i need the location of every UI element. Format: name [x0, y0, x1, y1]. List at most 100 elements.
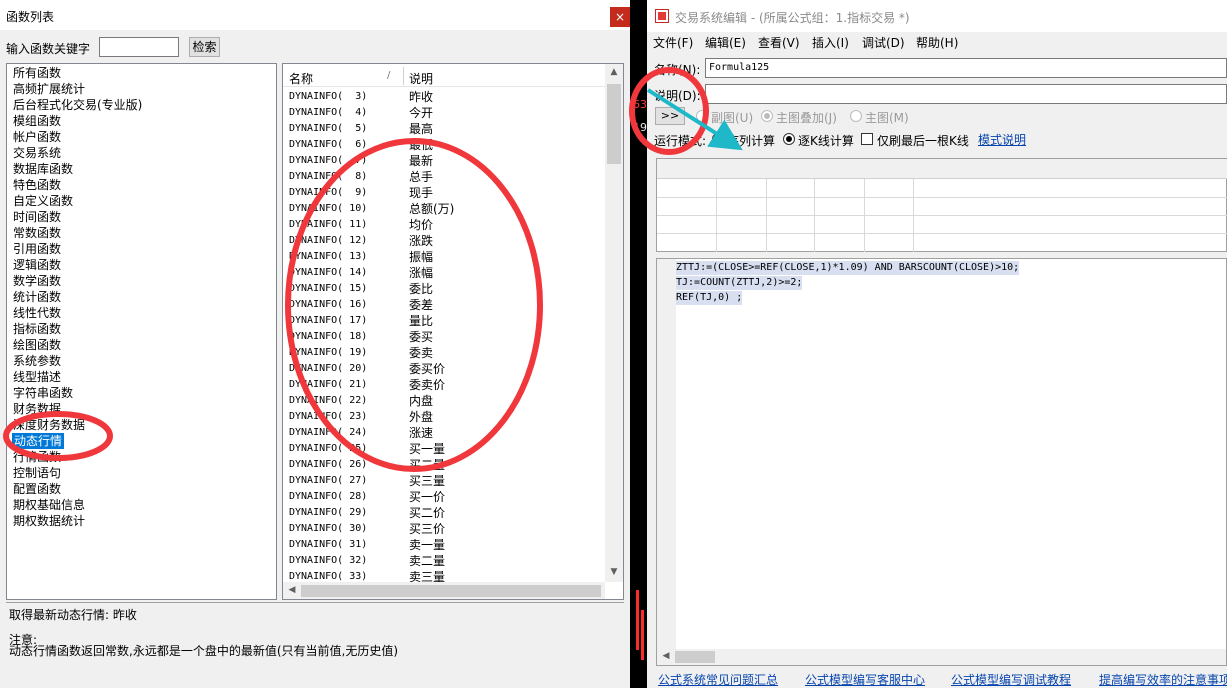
- function-row[interactable]: DYNAINFO( 7) 最新: [283, 153, 603, 169]
- menu-help[interactable]: 帮助(H): [916, 34, 958, 51]
- function-row[interactable]: DYNAINFO( 8) 总手: [283, 169, 603, 185]
- function-row[interactable]: DYNAINFO( 12) 涨跌: [283, 233, 603, 249]
- category-item[interactable]: 指标函数: [13, 321, 61, 337]
- function-row[interactable]: DYNAINFO( 25) 买一量: [283, 441, 603, 457]
- mode-help-link[interactable]: 模式说明: [978, 131, 1026, 148]
- category-item[interactable]: 数据库函数: [13, 161, 73, 177]
- scroll-down-icon[interactable]: ▼: [605, 567, 623, 577]
- category-item[interactable]: 数学函数: [13, 273, 61, 289]
- layout-main-chart-radio[interactable]: [850, 110, 862, 122]
- scrollbar-thumb[interactable]: [675, 651, 715, 663]
- function-row[interactable]: DYNAINFO( 19) 委卖: [283, 345, 603, 361]
- category-item[interactable]: 交易系统: [13, 145, 61, 161]
- code-horizontal-scrollbar[interactable]: ◀: [657, 649, 1226, 665]
- function-row[interactable]: DYNAINFO( 29) 买二价: [283, 505, 603, 521]
- function-row[interactable]: DYNAINFO( 24) 涨速: [283, 425, 603, 441]
- code-line-3[interactable]: REF(TJ,0) ;: [676, 291, 743, 305]
- function-row[interactable]: DYNAINFO( 28) 买一价: [283, 489, 603, 505]
- layout-sub-chart-radio[interactable]: [696, 110, 708, 122]
- function-row[interactable]: DYNAINFO( 4) 今开: [283, 105, 603, 121]
- category-item[interactable]: 控制语句: [13, 465, 61, 481]
- function-row[interactable]: DYNAINFO( 30) 买三价: [283, 521, 603, 537]
- name-input[interactable]: Formula125: [705, 58, 1227, 78]
- function-row[interactable]: DYNAINFO( 5) 最高: [283, 121, 603, 137]
- scrollbar-thumb[interactable]: [301, 585, 601, 597]
- run-mode-sequence-radio[interactable]: [712, 133, 724, 145]
- expand-button[interactable]: >>: [655, 107, 685, 125]
- menu-file[interactable]: 文件(F): [653, 34, 693, 51]
- function-row[interactable]: DYNAINFO( 27) 买三量: [283, 473, 603, 489]
- keyword-input[interactable]: [99, 37, 179, 57]
- support-link[interactable]: 公式模型编写客服中心: [805, 671, 925, 688]
- code-line-1[interactable]: ZTTJ:=(CLOSE>=REF(CLOSE,1)*1.09) AND BAR…: [676, 261, 1020, 275]
- function-row[interactable]: DYNAINFO( 11) 均价: [283, 217, 603, 233]
- category-item[interactable]: 动态行情: [12, 433, 65, 449]
- faq-link[interactable]: 公式系统常见问题汇总: [658, 671, 778, 688]
- scroll-left-icon[interactable]: ◀: [657, 651, 675, 661]
- menu-debug[interactable]: 调试(D): [862, 34, 905, 51]
- search-button[interactable]: 检索: [189, 37, 220, 57]
- function-row[interactable]: DYNAINFO( 10) 总额(万): [283, 201, 603, 217]
- function-row[interactable]: DYNAINFO( 26) 买二量: [283, 457, 603, 473]
- function-row[interactable]: DYNAINFO( 21) 委卖价: [283, 377, 603, 393]
- function-row[interactable]: DYNAINFO( 23) 外盘: [283, 409, 603, 425]
- function-row[interactable]: DYNAINFO( 16) 委差: [283, 297, 603, 313]
- category-item[interactable]: 所有函数: [13, 65, 61, 81]
- scrollbar-thumb[interactable]: [607, 84, 621, 164]
- scroll-left-icon[interactable]: ◀: [283, 585, 301, 595]
- close-icon[interactable]: ×: [610, 7, 630, 27]
- function-row[interactable]: DYNAINFO( 32) 卖二量: [283, 553, 603, 569]
- column-divider[interactable]: [403, 67, 404, 85]
- column-header-name[interactable]: 名称: [289, 70, 313, 87]
- category-item[interactable]: 逻辑函数: [13, 257, 61, 273]
- category-item[interactable]: 财务数据: [13, 401, 61, 417]
- menu-view[interactable]: 查看(V): [758, 34, 800, 51]
- category-item[interactable]: 高频扩展统计: [13, 81, 85, 97]
- function-row[interactable]: DYNAINFO( 13) 振幅: [283, 249, 603, 265]
- category-item[interactable]: 特色函数: [13, 177, 61, 193]
- function-row[interactable]: DYNAINFO( 14) 涨幅: [283, 265, 603, 281]
- category-item[interactable]: 引用函数: [13, 241, 61, 257]
- category-item[interactable]: 常数函数: [13, 225, 61, 241]
- efficiency-tips-link[interactable]: 提高编写效率的注意事项: [1099, 671, 1227, 688]
- category-item[interactable]: 后台程式化交易(专业版): [13, 97, 142, 113]
- code-line-2[interactable]: TJ:=COUNT(ZTTJ,2)>=2;: [676, 276, 803, 290]
- column-header-description[interactable]: 说明: [409, 70, 433, 87]
- function-row[interactable]: DYNAINFO( 31) 卖一量: [283, 537, 603, 553]
- category-item[interactable]: 字符串函数: [13, 385, 73, 401]
- run-mode-per-bar-radio[interactable]: [783, 133, 795, 145]
- category-item[interactable]: 绘图函数: [13, 337, 61, 353]
- category-item[interactable]: 深度财务数据: [13, 417, 85, 433]
- category-item[interactable]: 配置函数: [13, 481, 61, 497]
- category-item[interactable]: 期权数据统计: [13, 513, 85, 529]
- description-input[interactable]: [705, 84, 1227, 104]
- category-item[interactable]: 线性代数: [13, 305, 61, 321]
- category-item[interactable]: 自定义函数: [13, 193, 73, 209]
- function-row[interactable]: DYNAINFO( 6) 最低: [283, 137, 603, 153]
- function-row[interactable]: DYNAINFO( 9) 现手: [283, 185, 603, 201]
- category-item[interactable]: 模组函数: [13, 113, 61, 129]
- category-item[interactable]: 时间函数: [13, 209, 61, 225]
- function-row[interactable]: DYNAINFO( 20) 委买价: [283, 361, 603, 377]
- parameter-grid[interactable]: [656, 158, 1227, 252]
- layout-overlay-radio[interactable]: [761, 110, 773, 122]
- function-row[interactable]: DYNAINFO( 15) 委比: [283, 281, 603, 297]
- category-list[interactable]: 所有函数 高频扩展统计 后台程式化交易(专业版) 模组函数 帐户函数 交易系统 数据库函数特…: [6, 63, 277, 600]
- category-item[interactable]: 行情函数: [13, 449, 61, 465]
- function-row[interactable]: DYNAINFO( 17) 量比: [283, 313, 603, 329]
- scroll-up-icon[interactable]: ▲: [605, 67, 623, 77]
- tutorial-link[interactable]: 公式模型编写调试教程: [951, 671, 1071, 688]
- function-table[interactable]: 名称 / 说明 DYNAINFO( 3) 昨收 DYNAINFO( 4) 今开 DYNA…: [282, 63, 624, 600]
- code-editor[interactable]: ZTTJ:=(CLOSE>=REF(CLOSE,1)*1.09) AND BAR…: [656, 258, 1227, 666]
- function-row[interactable]: DYNAINFO( 22) 内盘: [283, 393, 603, 409]
- menu-insert[interactable]: 插入(I): [812, 34, 849, 51]
- category-item[interactable]: 系统参数: [13, 353, 61, 369]
- vertical-scrollbar[interactable]: ▲ ▼: [605, 64, 623, 582]
- function-row[interactable]: DYNAINFO( 3) 昨收: [283, 89, 603, 105]
- category-item[interactable]: 帐户函数: [13, 129, 61, 145]
- category-item[interactable]: 统计函数: [13, 289, 61, 305]
- function-row[interactable]: DYNAINFO( 18) 委买: [283, 329, 603, 345]
- horizontal-scrollbar[interactable]: ◀: [283, 582, 605, 599]
- menu-edit[interactable]: 编辑(E): [705, 34, 746, 51]
- refresh-last-bar-checkbox[interactable]: [861, 133, 873, 145]
